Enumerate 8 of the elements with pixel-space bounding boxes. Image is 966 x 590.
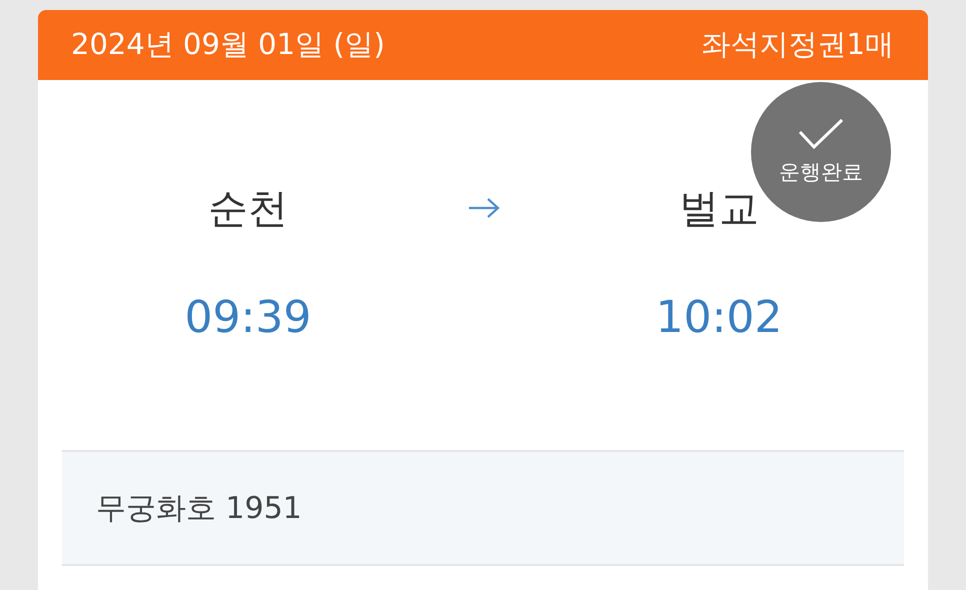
- departure-time: 09:39: [184, 292, 312, 344]
- train-name: 무궁화호 1951: [96, 490, 302, 528]
- ticket-type: 좌석지정권1매: [702, 26, 894, 63]
- arrow-right-icon: [467, 197, 501, 219]
- departure-station: 순천: [208, 185, 288, 233]
- checkmark-icon: [798, 118, 844, 150]
- arrival-time: 10:02: [656, 292, 782, 344]
- travel-date: 2024년 09월 01일 (일): [71, 26, 385, 63]
